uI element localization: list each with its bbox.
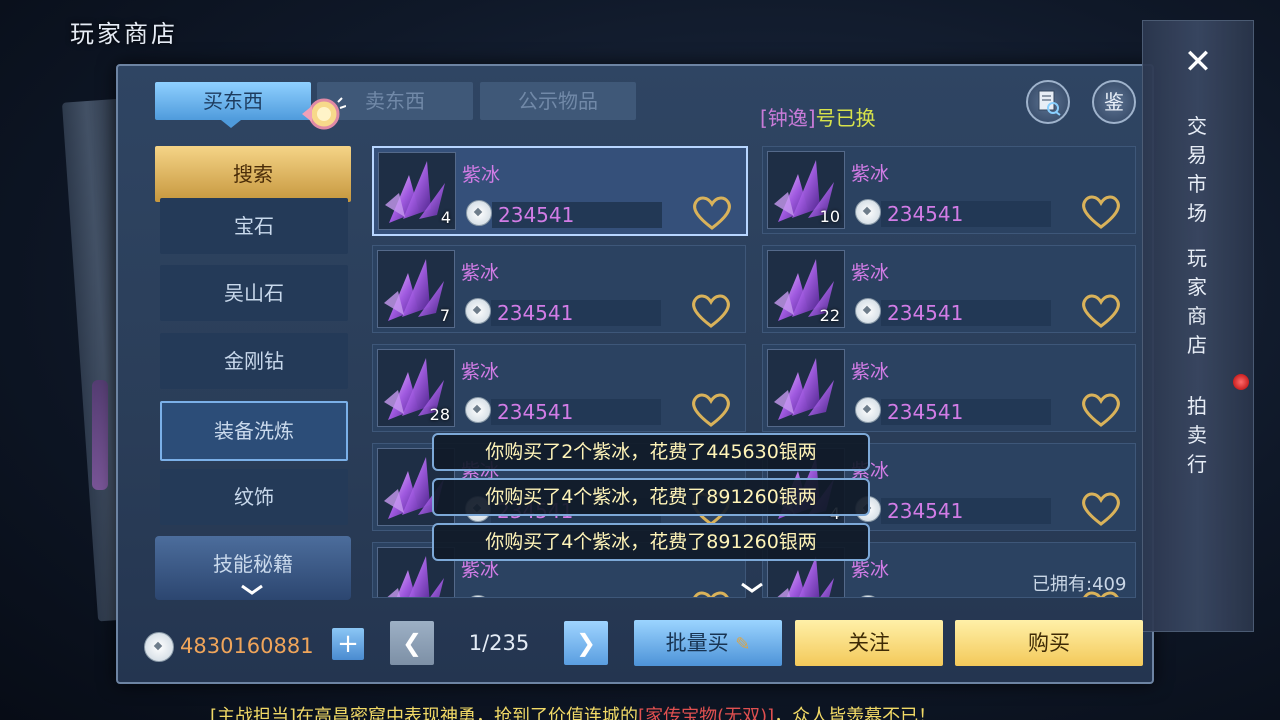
price-bar (491, 597, 661, 598)
heart-icon[interactable] (1079, 391, 1123, 429)
purple-crystal-icon (767, 349, 845, 427)
category-gem[interactable]: 宝石 (160, 198, 348, 254)
item-name: 紫冰 (851, 163, 890, 185)
category-search[interactable]: 搜索 (155, 146, 351, 202)
item-card[interactable]: 紫冰 234541 (762, 344, 1136, 432)
page-title: 玩家商店 (70, 20, 178, 48)
item-quantity: 7 (439, 306, 450, 325)
owned-count: 已拥有:409 (1032, 574, 1127, 595)
item-price: 234541 (498, 203, 575, 227)
item-card[interactable]: 4 紫冰 234541 (372, 146, 748, 236)
heart-icon[interactable] (1079, 490, 1123, 528)
item-price: 234541 (497, 400, 574, 424)
category-pattern[interactable]: 纹饰 (160, 469, 348, 525)
heart-icon[interactable] (689, 391, 733, 429)
item-price: 234541 (497, 301, 574, 325)
money-amount: 4830160881 (180, 634, 314, 658)
close-icon[interactable]: ✕ (1180, 44, 1216, 80)
add-money-button[interactable]: + (332, 628, 364, 660)
item-card[interactable]: 28 紫冰 234541 (372, 344, 746, 432)
item-name: 紫冰 (462, 164, 501, 186)
nav-auction[interactable]: 拍卖行 (1182, 392, 1212, 479)
tab-public-items[interactable]: 公示物品 (480, 82, 636, 120)
purple-crystal-icon: 7 (377, 250, 455, 328)
system-ticker: [主战担当]在高昌密窟中表现神勇，抢到了价值连城的[家传宝物(无双)]，众人皆羡… (210, 706, 937, 720)
prev-page-button[interactable]: ❮ (390, 621, 434, 665)
heart-icon[interactable] (689, 292, 733, 330)
ribbon-decoration (92, 380, 108, 490)
silver-coin-icon (465, 595, 491, 597)
tab-indicator (221, 120, 241, 128)
silver-coin-icon (855, 397, 881, 423)
purple-crystal-icon: 22 (767, 250, 845, 328)
item-price: 234541 (887, 301, 964, 325)
tab-buy[interactable]: 买东西 (155, 82, 311, 120)
item-quantity: 22 (819, 306, 840, 325)
category-wushan-stone[interactable]: 吴山石 (160, 265, 348, 321)
item-name: 紫冰 (461, 361, 500, 383)
feather-icon: ✎ (735, 634, 751, 655)
item-card[interactable]: 22 紫冰 234541 (762, 245, 1136, 333)
heart-icon[interactable] (689, 589, 733, 597)
silver-coin-icon (855, 199, 881, 225)
purchase-toast: 你购买了2个紫冰，花费了445630银两 (432, 433, 870, 471)
notification-dot (1233, 374, 1249, 390)
item-price: 234541 (887, 400, 964, 424)
notice-text: [钟逸]号已换 (760, 106, 876, 130)
item-price: 234541 (887, 202, 964, 226)
purchase-toast: 你购买了4个紫冰，花费了891260银两 (432, 478, 870, 516)
item-quantity: 28 (429, 405, 450, 424)
item-price: 234541 (887, 499, 964, 523)
silver-coin-icon (466, 200, 492, 226)
nav-player-shop[interactable]: 玩家商店 (1182, 244, 1212, 360)
heart-icon[interactable] (1079, 193, 1123, 231)
silver-coin-icon (144, 632, 174, 662)
category-equip-refine[interactable]: 装备洗炼 (160, 401, 348, 461)
price-bar (881, 597, 1051, 598)
heart-icon[interactable] (690, 194, 734, 232)
next-page-button[interactable]: ❯ (564, 621, 608, 665)
chevron-down-icon[interactable] (740, 582, 764, 594)
silver-coin-icon (855, 298, 881, 324)
item-name: 紫冰 (851, 361, 890, 383)
silver-coin-icon (855, 595, 881, 597)
chevron-down-icon[interactable] (240, 584, 264, 596)
item-card[interactable]: 7 紫冰 234541 (372, 245, 746, 333)
page-indicator: 1/235 (468, 631, 530, 655)
horn-icon[interactable] (298, 96, 346, 132)
silver-coin-icon (465, 298, 491, 324)
nav-trade-market[interactable]: 交易市场 (1182, 112, 1212, 228)
category-diamond[interactable]: 金刚钻 (160, 333, 348, 389)
item-card[interactable]: 10 紫冰 234541 (762, 146, 1136, 234)
item-quantity: 10 (819, 207, 840, 226)
purchase-toast: 你购买了4个紫冰，花费了891260银两 (432, 523, 870, 561)
item-quantity: 4 (440, 208, 451, 227)
item-name: 紫冰 (851, 262, 890, 284)
purple-crystal-icon: 28 (377, 349, 455, 427)
purple-crystal-icon: 10 (767, 151, 845, 229)
batch-buy-button[interactable]: 批量买 ✎ (634, 620, 782, 666)
item-name: 紫冰 (461, 262, 500, 284)
purple-crystal-icon: 4 (378, 152, 456, 230)
silver-coin-icon (465, 397, 491, 423)
buy-button[interactable]: 购买 (955, 620, 1143, 666)
book-search-icon[interactable] (1026, 80, 1070, 124)
heart-icon[interactable] (1079, 292, 1123, 330)
appraise-button[interactable]: 鉴 (1092, 80, 1136, 124)
follow-button[interactable]: 关注 (795, 620, 943, 666)
